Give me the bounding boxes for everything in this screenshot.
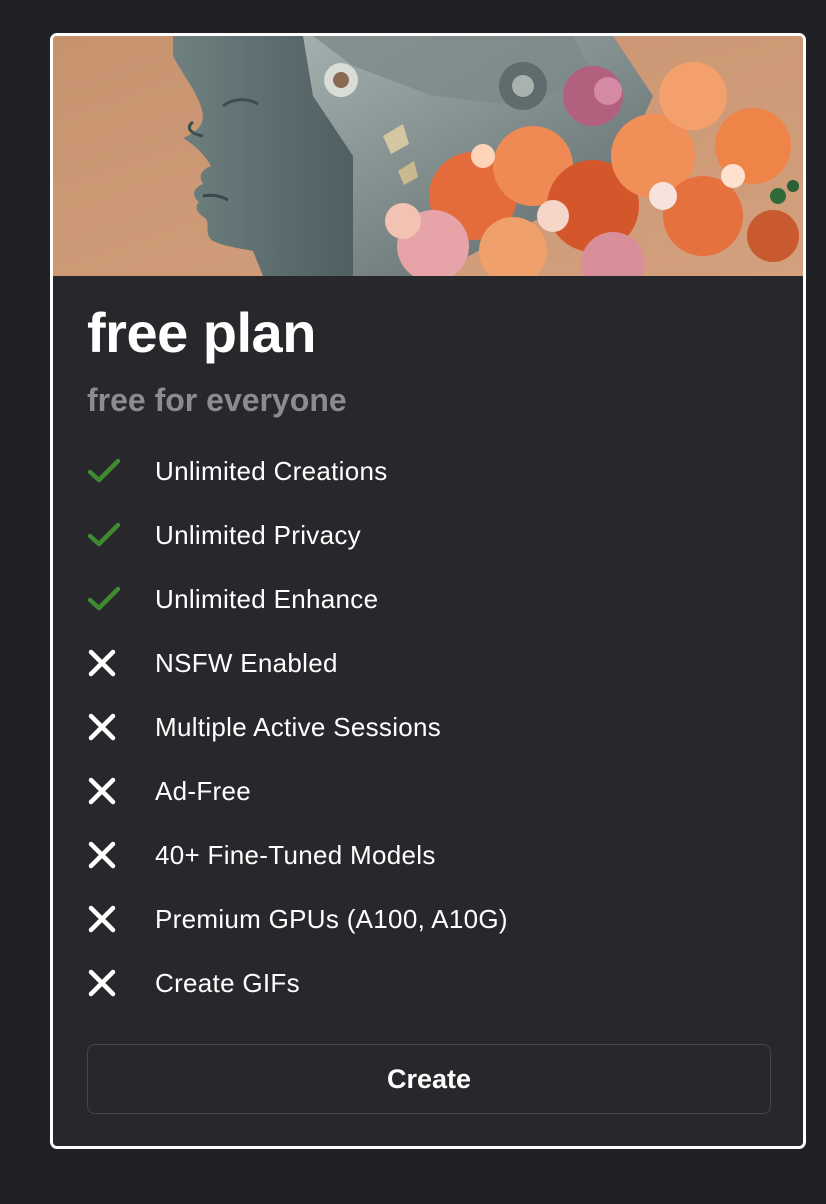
feature-item: Ad-Free	[87, 759, 508, 823]
feature-label: NSFW Enabled	[155, 648, 338, 678]
plan-title: free plan	[87, 301, 316, 364]
plan-hero-image	[53, 36, 803, 276]
check-icon	[87, 515, 133, 555]
create-button[interactable]: Create	[87, 1044, 771, 1114]
feature-label: Unlimited Creations	[155, 456, 388, 486]
feature-label: Multiple Active Sessions	[155, 712, 442, 742]
cross-icon	[87, 835, 133, 875]
cross-icon	[87, 899, 133, 939]
cross-icon	[87, 643, 133, 683]
feature-item: Multiple Active Sessions	[87, 695, 508, 759]
feature-list: Unlimited Creations Unlimited Privacy Un…	[87, 439, 508, 1015]
cross-icon	[87, 707, 133, 747]
feature-item: Premium GPUs (A100, A10G)	[87, 887, 508, 951]
feature-item: Unlimited Enhance	[87, 567, 508, 631]
feature-label: Unlimited Enhance	[155, 584, 379, 614]
feature-label: Ad-Free	[155, 776, 252, 806]
cross-icon	[87, 963, 133, 1003]
feature-item: 40+ Fine-Tuned Models	[87, 823, 508, 887]
feature-label: Unlimited Privacy	[155, 520, 361, 550]
plan-subtitle: free for everyone	[87, 382, 347, 418]
feature-item: Create GIFs	[87, 951, 508, 1015]
feature-label: Create GIFs	[155, 968, 300, 998]
check-icon	[87, 579, 133, 619]
feature-item: Unlimited Privacy	[87, 503, 508, 567]
plan-card: free plan free for everyone Unlimited Cr…	[50, 33, 806, 1149]
check-icon	[87, 451, 133, 491]
cross-icon	[87, 771, 133, 811]
feature-label: 40+ Fine-Tuned Models	[155, 840, 436, 870]
feature-item: Unlimited Creations	[87, 439, 508, 503]
feature-item: NSFW Enabled	[87, 631, 508, 695]
feature-label: Premium GPUs (A100, A10G)	[155, 904, 508, 934]
